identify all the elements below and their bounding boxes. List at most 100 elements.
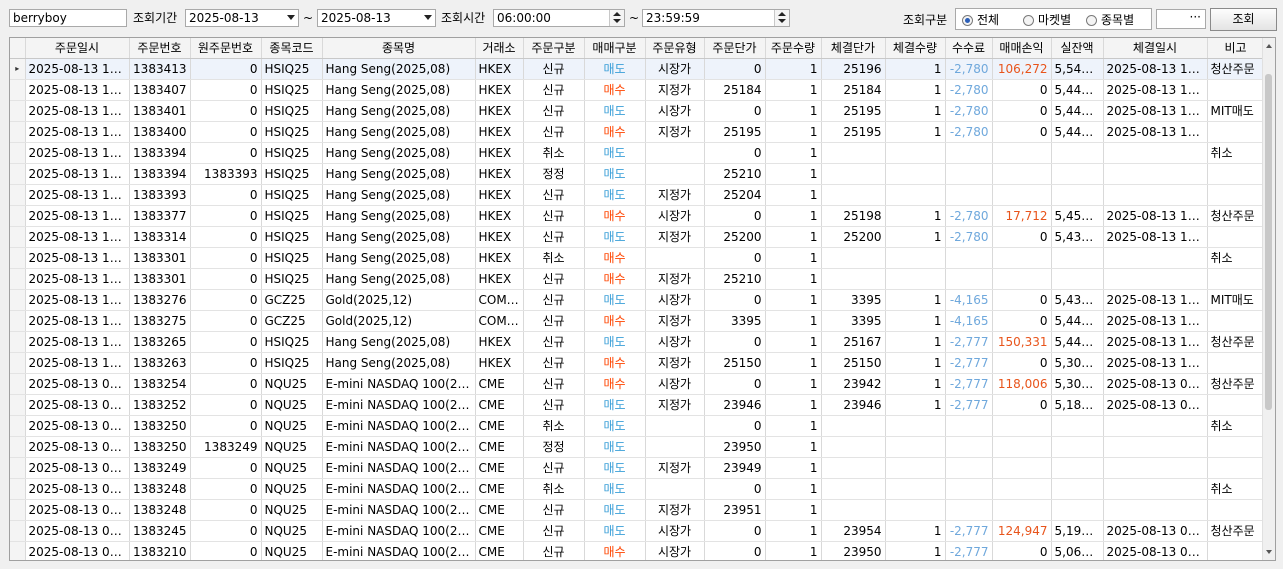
radio-market[interactable]: 마켓별 — [1023, 12, 1071, 28]
row-indicator[interactable] — [10, 436, 26, 458]
row-indicator[interactable] — [10, 268, 26, 290]
row-indicator[interactable] — [10, 310, 26, 332]
column-header[interactable]: 체결일시 — [1103, 38, 1208, 59]
row-indicator[interactable] — [10, 394, 26, 416]
table-cell: 시장가 — [645, 520, 705, 542]
column-header[interactable]: 체결수량 — [885, 38, 946, 59]
spin-stepper[interactable] — [609, 10, 624, 26]
more-button[interactable]: ··· — [1156, 9, 1206, 29]
table-cell: 신규 — [523, 226, 585, 248]
radio-all[interactable]: 전체 — [962, 12, 999, 28]
date-to-select[interactable]: 2025-08-13 — [317, 9, 436, 27]
table-row[interactable]: 2025-08-13 10:… 1383394 1383393 HSIQ25 Hang … — [10, 163, 1265, 185]
column-header[interactable]: 원주문번호 — [190, 38, 262, 59]
table-cell: 청산주문 — [1207, 373, 1265, 395]
order-history-grid[interactable]: 주문일시 주문번호 원주문번호 종목코드 종목명 거래소 주문구분 매매구분 주문유형 주문단가 주… — [9, 37, 1276, 561]
spin-up-icon[interactable] — [613, 12, 621, 16]
table-row[interactable]: 2025-08-13 09:… 1383210 0 NQU25 E-mini NASDA… — [10, 541, 1265, 560]
column-header[interactable]: 체결단가 — [821, 38, 886, 59]
date-from-select[interactable]: 2025-08-13 — [185, 9, 299, 27]
row-indicator[interactable] — [10, 226, 26, 248]
row-indicator[interactable] — [10, 184, 26, 206]
row-indicator[interactable] — [10, 352, 26, 374]
table-cell: HKEX — [475, 247, 524, 269]
column-header[interactable]: 주문유형 — [645, 38, 705, 59]
spin-down-icon[interactable] — [778, 19, 786, 23]
table-cell: 1383263 — [129, 352, 191, 374]
table-row[interactable]: 2025-08-13 09:… 1383250 0 NQU25 E-mini NASDA… — [10, 415, 1265, 437]
row-indicator[interactable] — [10, 541, 26, 560]
table-row[interactable]: 2025-08-13 10:… 1383275 0 GCZ25 Gold(2025,12… — [10, 310, 1265, 332]
table-row[interactable]: 2025-08-13 10:… 1383265 0 HSIQ25 Hang Seng(2… — [10, 331, 1265, 353]
column-header[interactable]: 주문번호 — [129, 38, 191, 59]
time-to-field[interactable]: 23:59:59 — [642, 9, 790, 27]
row-indicator[interactable] — [10, 331, 26, 353]
table-row[interactable]: 2025-08-13 09:… 1383248 0 NQU25 E-mini NASDA… — [10, 499, 1265, 521]
row-indicator[interactable] — [10, 247, 26, 269]
scroll-down-icon[interactable] — [1266, 550, 1272, 554]
table-row[interactable]: 2025-08-13 10:… 1383263 0 HSIQ25 Hang Seng(2… — [10, 352, 1265, 374]
column-header[interactable]: 수수료 — [945, 38, 993, 59]
row-indicator[interactable] — [10, 478, 26, 500]
table-row[interactable]: 2025-08-13 09:… 1383249 0 NQU25 E-mini NASDA… — [10, 457, 1265, 479]
column-header[interactable]: 매매구분 — [584, 38, 646, 59]
row-indicator[interactable] — [10, 373, 26, 395]
table-row[interactable]: 2025-08-13 10:… 1383314 0 HSIQ25 Hang Seng(2… — [10, 226, 1265, 248]
row-indicator[interactable] — [10, 499, 26, 521]
row-indicator[interactable] — [10, 415, 26, 437]
table-row[interactable]: 2025-08-13 10:… 1383377 0 HSIQ25 Hang Seng(2… — [10, 205, 1265, 227]
table-row[interactable]: 2025-08-13 10:… 1383394 0 HSIQ25 Hang Seng(2… — [10, 142, 1265, 164]
row-indicator[interactable] — [10, 289, 26, 311]
row-indicator[interactable] — [10, 205, 26, 227]
table-row[interactable]: 2025-08-13 09:… 1383254 0 NQU25 E-mini NASDA… — [10, 373, 1265, 395]
row-indicator[interactable] — [10, 121, 26, 143]
table-cell: 0 — [190, 310, 262, 332]
table-row[interactable]: ▸ 2025-08-13 10:… 1383413 0 HSIQ25 Hang Seng(… — [10, 58, 1265, 80]
search-button[interactable]: 조회 — [1210, 8, 1277, 31]
row-indicator[interactable] — [10, 79, 26, 101]
scroll-up-icon[interactable] — [1266, 44, 1272, 48]
chevron-down-icon[interactable] — [424, 15, 432, 20]
table-row[interactable]: 2025-08-13 09:… 1383250 1383249 NQU25 E-mini… — [10, 436, 1265, 458]
table-row[interactable]: 2025-08-13 10:… 1383301 0 HSIQ25 Hang Seng(2… — [10, 268, 1265, 290]
spin-stepper[interactable] — [774, 10, 789, 26]
table-cell: 지정가 — [645, 394, 705, 416]
column-header[interactable]: 종목명 — [322, 38, 476, 59]
column-header[interactable]: 주문수량 — [765, 38, 822, 59]
scroll-thumb[interactable] — [1265, 74, 1272, 410]
row-indicator[interactable] — [10, 457, 26, 479]
column-header[interactable]: 종목코드 — [261, 38, 323, 59]
vertical-scrollbar[interactable] — [1262, 38, 1275, 560]
column-header[interactable]: 주문구분 — [523, 38, 585, 59]
column-header[interactable]: 매매손익 — [992, 38, 1052, 59]
account-field[interactable]: berryboy — [9, 9, 127, 27]
column-header[interactable]: 주문일시 — [25, 38, 130, 59]
chevron-down-icon[interactable] — [287, 15, 295, 20]
table-row[interactable]: 2025-08-13 10:… 1383301 0 HSIQ25 Hang Seng(2… — [10, 247, 1265, 269]
row-indicator[interactable] — [10, 163, 26, 185]
time-from-field[interactable]: 06:00:00 — [493, 9, 625, 27]
column-header[interactable]: 주문단가 — [704, 38, 766, 59]
table-cell: -2,777 — [945, 541, 993, 560]
table-row[interactable]: 2025-08-13 10:… 1383400 0 HSIQ25 Hang Seng(2… — [10, 121, 1265, 143]
table-row[interactable]: 2025-08-13 10:… 1383407 0 HSIQ25 Hang Seng(2… — [10, 79, 1265, 101]
radio-item[interactable]: 종목별 — [1086, 12, 1134, 28]
spin-down-icon[interactable] — [613, 19, 621, 23]
row-indicator[interactable] — [10, 520, 26, 542]
column-header[interactable]: 비고 — [1207, 38, 1265, 59]
row-indicator[interactable] — [10, 142, 26, 164]
table-row[interactable]: 2025-08-13 09:… 1383245 0 NQU25 E-mini NASDA… — [10, 520, 1265, 542]
column-header[interactable]: 실잔액 — [1051, 38, 1104, 59]
spin-up-icon[interactable] — [778, 12, 786, 16]
table-row[interactable]: 2025-08-13 10:… 1383393 0 HSIQ25 Hang Seng(2… — [10, 184, 1265, 206]
right-triangle-icon[interactable]: ▸ — [10, 58, 26, 80]
table-cell: 신규 — [523, 373, 585, 395]
table-row[interactable]: 2025-08-13 09:… 1383248 0 NQU25 E-mini NASDA… — [10, 478, 1265, 500]
time-from-value: 06:00:00 — [497, 11, 551, 25]
table-cell: 0 — [704, 100, 766, 122]
table-row[interactable]: 2025-08-13 10:… 1383276 0 GCZ25 Gold(2025,12… — [10, 289, 1265, 311]
column-header[interactable]: 거래소 — [475, 38, 524, 59]
table-row[interactable]: 2025-08-13 09:… 1383252 0 NQU25 E-mini NASDA… — [10, 394, 1265, 416]
table-row[interactable]: 2025-08-13 10:… 1383401 0 HSIQ25 Hang Seng(2… — [10, 100, 1265, 122]
row-indicator[interactable] — [10, 100, 26, 122]
